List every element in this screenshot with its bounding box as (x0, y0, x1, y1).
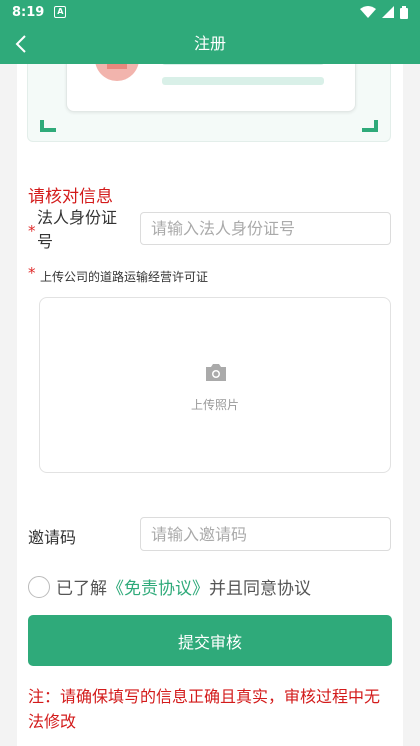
app-bar: 注册 (0, 24, 420, 64)
id-number-input[interactable] (140, 212, 391, 245)
page-title: 注册 (193, 34, 226, 53)
verify-title: 请核对信息 (28, 187, 113, 207)
placeholder-line (162, 64, 324, 65)
camera-icon (206, 364, 226, 381)
national-emblem-icon (95, 64, 139, 81)
required-mark: * (28, 264, 36, 282)
id-card-illustration (66, 64, 356, 112)
upload-label: 上传公司的道路运输经营许可证 (40, 270, 209, 284)
upload-photo-text: 上传照片 (190, 398, 239, 412)
agreement-prefix: 已了解 (56, 579, 107, 599)
placeholder-line (162, 77, 324, 85)
id-number-label: 法人身份证号 (37, 208, 118, 251)
id-card-preview (27, 64, 391, 142)
status-bar: 8:19 A (0, 0, 420, 24)
upload-photo-box[interactable]: 上传照片 (39, 297, 391, 473)
status-time: 8:19 (12, 4, 45, 20)
frame-corner (40, 120, 56, 132)
disclaimer-link[interactable]: 《免责协议》 (107, 574, 209, 599)
agreement-row: 已了解 《免责协议》 并且同意协议 (28, 574, 311, 599)
notification-icon: A (54, 6, 67, 18)
agree-checkbox[interactable] (28, 575, 50, 598)
wifi-icon (360, 6, 376, 18)
submit-review-button[interactable]: 提交审核 (28, 615, 392, 666)
battery-icon (400, 5, 408, 19)
invite-code-label: 邀请码 (28, 528, 77, 547)
frame-corner (362, 120, 378, 132)
status-icons (360, 5, 408, 19)
invite-code-input[interactable] (140, 517, 391, 551)
warning-note: 注：请确保填写的信息正确且真实，审核过程中无法修改 (28, 687, 381, 731)
required-mark: * (28, 222, 36, 240)
signal-icon (382, 6, 394, 18)
agreement-suffix: 并且同意协议 (209, 579, 311, 599)
